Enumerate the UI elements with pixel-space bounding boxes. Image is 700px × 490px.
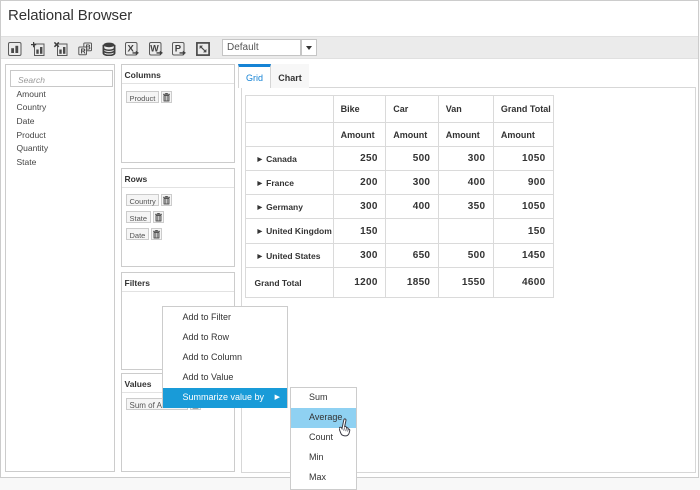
svg-text:R: R [81,49,86,56]
svg-text:W: W [150,44,159,54]
